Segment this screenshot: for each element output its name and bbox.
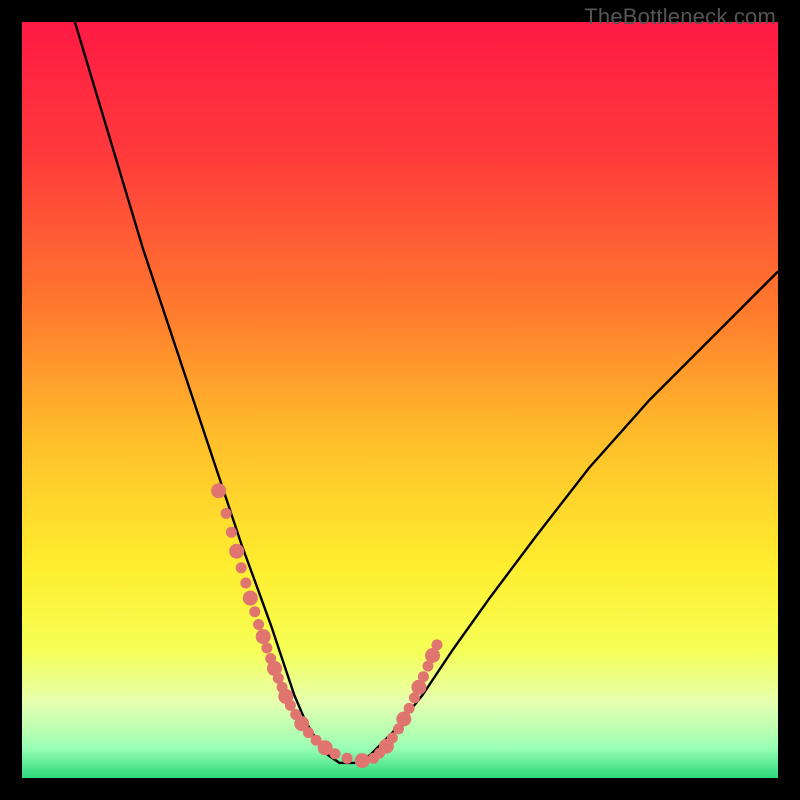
marker-dot (256, 629, 271, 644)
marker-dot (240, 578, 251, 589)
plot-frame (22, 22, 778, 778)
marker-dot (253, 619, 264, 630)
marker-dot (221, 508, 232, 519)
marker-dot (236, 562, 247, 573)
marker-dot (261, 643, 272, 654)
marker-dot (211, 483, 226, 498)
marker-dot (243, 591, 258, 606)
marker-dot (330, 748, 341, 759)
marker-dot (355, 753, 370, 768)
marker-dot (418, 671, 429, 682)
marker-dot (226, 527, 237, 538)
marker-dot (432, 639, 443, 650)
marker-dot (387, 732, 398, 743)
gradient-background (22, 22, 778, 778)
marker-dot (249, 606, 260, 617)
marker-dot (404, 703, 415, 714)
marker-dot (342, 753, 353, 764)
marker-dot (229, 544, 244, 559)
watermark-text: TheBottleneck.com (584, 4, 776, 30)
bottleneck-plot (22, 22, 778, 778)
